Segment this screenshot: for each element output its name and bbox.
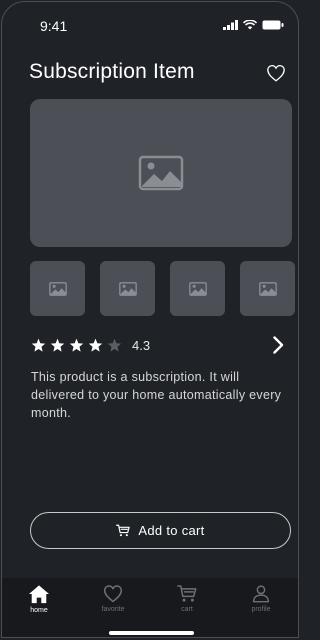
signal-icon — [223, 20, 238, 30]
cart-icon — [116, 524, 131, 537]
star-icon — [69, 338, 84, 352]
home-icon — [29, 585, 49, 604]
phone-frame: 9:41 Subscription Item 4.3 This product … — [1, 1, 299, 638]
image-placeholder-icon — [188, 281, 207, 296]
thumbnail[interactable] — [100, 261, 155, 316]
rating-value: 4.3 — [132, 337, 151, 353]
tab-cart[interactable]: cart — [150, 578, 224, 637]
heart-icon — [103, 585, 123, 603]
tab-bar: home favorite cart profile — [2, 578, 298, 637]
thumbnail[interactable] — [240, 261, 295, 316]
status-time: 9:41 — [40, 18, 68, 34]
image-placeholder-icon — [138, 155, 184, 191]
tab-home[interactable]: home — [2, 578, 76, 637]
star-icon — [31, 338, 46, 352]
favorite-button[interactable] — [264, 62, 288, 84]
status-bar: 9:41 — [2, 16, 298, 38]
cart-icon — [177, 585, 197, 602]
person-icon — [252, 585, 270, 603]
image-placeholder-icon — [48, 281, 67, 296]
star-icon — [50, 338, 65, 352]
product-description: This product is a subscription. It will … — [31, 370, 282, 420]
header: Subscription Item — [2, 58, 298, 90]
add-to-cart-button[interactable]: Add to cart — [30, 512, 291, 549]
tab-label: home — [30, 607, 48, 614]
rating: 4.3 — [31, 336, 150, 354]
image-placeholder-icon — [258, 281, 277, 296]
next-button[interactable] — [268, 334, 288, 356]
chevron-right-icon — [273, 336, 284, 354]
page-title: Subscription Item — [29, 60, 195, 83]
battery-icon — [262, 20, 284, 30]
status-icons — [223, 20, 284, 30]
heart-icon — [267, 64, 285, 82]
wifi-icon — [243, 20, 257, 30]
product-image[interactable] — [30, 99, 292, 247]
tab-profile[interactable]: profile — [224, 578, 298, 637]
tab-label: profile — [251, 606, 271, 613]
tab-label: cart — [181, 606, 193, 613]
thumbnail[interactable] — [170, 261, 225, 316]
star-icon — [88, 338, 103, 352]
home-indicator — [109, 631, 194, 635]
thumbnail[interactable] — [30, 261, 85, 316]
add-to-cart-label: Add to cart — [138, 523, 205, 538]
image-placeholder-icon — [118, 281, 137, 296]
tab-favorite[interactable]: favorite — [76, 578, 150, 637]
thumbnail-strip — [30, 261, 298, 317]
tab-label: favorite — [101, 606, 125, 613]
star-icon — [107, 338, 122, 352]
